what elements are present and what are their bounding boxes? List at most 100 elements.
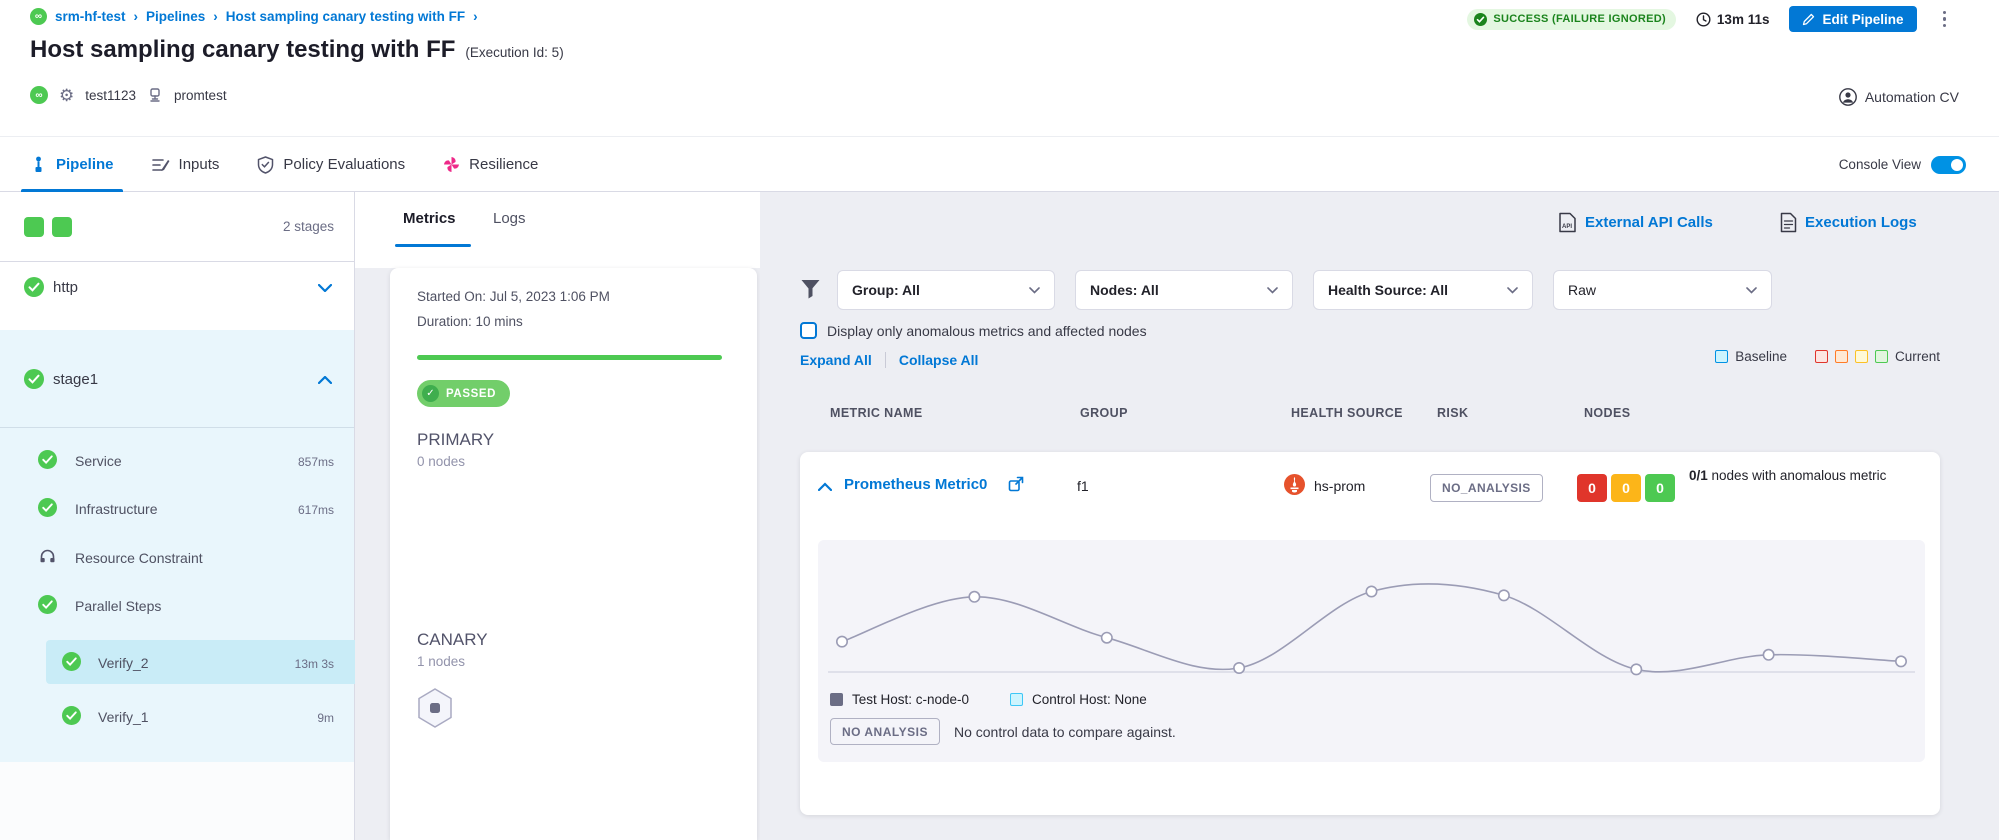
collapse-metric-chevron[interactable] (818, 482, 832, 491)
expand-all-link[interactable]: Expand All (800, 352, 872, 368)
stages-summary-row: 2 stages (0, 192, 354, 262)
svg-text:API: API (1562, 224, 1572, 230)
primary-label: PRIMARY (417, 430, 494, 450)
console-view-label: Console View (1839, 157, 1921, 172)
chevron-down-icon[interactable] (318, 284, 332, 292)
tab-policy-evaluations[interactable]: Policy Evaluations (257, 137, 405, 192)
external-api-calls-link[interactable]: API External API Calls (1558, 212, 1713, 233)
headphones-icon (38, 547, 57, 566)
edit-pipeline-button[interactable]: Edit Pipeline (1789, 6, 1916, 32)
nodes-filter-dropdown[interactable]: Nodes: All (1075, 270, 1293, 310)
pencil-icon (1802, 13, 1815, 26)
success-check-icon (24, 369, 44, 389)
elapsed-time: 13m 11s (1696, 12, 1770, 27)
more-options-menu[interactable] (1937, 7, 1953, 32)
success-check-icon (62, 706, 81, 725)
col-group: GROUP (1080, 406, 1128, 420)
no-analysis-reason: No control data to compare against. (954, 724, 1176, 740)
divider (885, 352, 886, 368)
console-view-toggle[interactable] (1931, 156, 1966, 174)
metric-timeseries-chart[interactable]: Test Host: c-node-0 Control Host: None N… (818, 540, 1925, 762)
gear-icon: ⚙ (59, 87, 74, 104)
sidebar-step-resource-constraint[interactable]: Resource Constraint (0, 541, 354, 575)
canary-node-count: 1 nodes (417, 654, 465, 669)
breadcrumb-project[interactable]: srm-hf-test (55, 9, 126, 24)
test-host-legend: Test Host: c-node-0 (830, 692, 969, 707)
tab-pipeline[interactable]: Pipeline (30, 137, 114, 192)
line-chart-canvas[interactable] (828, 540, 1915, 690)
tab-metrics[interactable]: Metrics (403, 210, 456, 227)
active-tab-underline (395, 244, 471, 247)
breadcrumb-separator: › (213, 9, 218, 24)
sidebar-step-verify-2[interactable]: Verify_2 13m 3s (0, 646, 354, 680)
document-icon (1780, 212, 1797, 233)
col-risk: RISK (1437, 406, 1468, 420)
current-red-swatch (1815, 350, 1828, 363)
harness-pipeline-execution-page: ∞ srm-hf-test › Pipelines › Host samplin… (0, 0, 1999, 840)
stage-status-square (24, 217, 44, 237)
chart-color-legend: Baseline Current (1715, 349, 1940, 364)
breadcrumb-pipeline-name[interactable]: Host sampling canary testing with FF (226, 9, 465, 24)
environment-name: promtest (174, 88, 227, 103)
sidebar-stage-http[interactable]: http (0, 262, 354, 330)
data-type-dropdown[interactable]: Raw (1553, 270, 1772, 310)
current-yellow-swatch (1855, 350, 1868, 363)
current-orange-swatch (1835, 350, 1848, 363)
breadcrumb-pipelines[interactable]: Pipelines (146, 9, 205, 24)
verification-duration: Duration: 10 mins (417, 314, 523, 329)
tab-resilience[interactable]: Resilience (443, 137, 538, 192)
passed-badge: ✓ PASSED (417, 380, 510, 407)
sidebar-step-verify-1[interactable]: Verify_1 9m (0, 700, 354, 734)
service-status-icon: ∞ (30, 86, 48, 104)
healthy-node-count-green: 0 (1645, 474, 1675, 502)
prometheus-icon (1284, 474, 1305, 495)
tab-logs[interactable]: Logs (493, 210, 526, 227)
col-health-source: HEALTH SOURCE (1291, 406, 1403, 420)
chevron-up-icon[interactable] (318, 376, 332, 384)
sidebar-step-infrastructure[interactable]: Infrastructure 617ms (0, 492, 354, 526)
execution-logs-link[interactable]: Execution Logs (1780, 212, 1917, 233)
anomalous-only-checkbox[interactable] (800, 322, 817, 339)
external-link-icon[interactable] (1008, 476, 1024, 492)
check-icon: ✓ (422, 385, 439, 402)
triggered-by-user: Automation CV (1839, 88, 1959, 106)
col-metric-name: METRIC NAME (830, 406, 923, 420)
tab-inputs[interactable]: Inputs (152, 137, 220, 192)
success-check-icon (24, 277, 44, 297)
health-source-value: hs-prom (1314, 478, 1365, 494)
harness-logo-icon: ∞ (30, 8, 47, 25)
pipeline-icon (30, 156, 47, 173)
check-circle-icon (1474, 13, 1487, 26)
canary-node-hexagon[interactable] (417, 688, 453, 728)
verification-summary-card: Started On: Jul 5, 2023 1:06 PM Duration… (390, 268, 757, 840)
control-host-legend: Control Host: None (1010, 692, 1147, 707)
environment-icon (147, 87, 163, 103)
test-host-swatch (830, 693, 843, 706)
page-header: ∞ srm-hf-test › Pipelines › Host samplin… (0, 0, 1999, 137)
chevron-down-icon (1029, 287, 1040, 294)
filter-icon[interactable] (800, 278, 821, 300)
chevron-down-icon (1267, 287, 1278, 294)
metric-name-link[interactable]: Prometheus Metric0 (844, 476, 987, 493)
metric-group-value: f1 (1077, 478, 1089, 494)
success-check-icon (38, 498, 57, 517)
resilience-icon (443, 156, 460, 173)
sidebar-step-parallel-steps[interactable]: Parallel Steps (0, 589, 354, 623)
sidebar-step-service[interactable]: Service 857ms (0, 444, 354, 478)
started-on: Started On: Jul 5, 2023 1:06 PM (417, 289, 610, 304)
anomalous-node-count-red: 0 (1577, 474, 1607, 502)
sidebar-stage-stage1[interactable]: stage1 (0, 354, 354, 422)
shield-check-icon (257, 156, 274, 174)
collapse-all-link[interactable]: Collapse All (899, 352, 979, 368)
status-badge: SUCCESS (FAILURE IGNORED) (1467, 9, 1676, 30)
page-title: Host sampling canary testing with FF (30, 36, 455, 64)
success-check-icon (38, 595, 57, 614)
group-filter-dropdown[interactable]: Group: All (837, 270, 1055, 310)
execution-id: (Execution Id: 5) (465, 45, 563, 60)
current-green-swatch (1875, 350, 1888, 363)
breadcrumb-separator: › (473, 9, 478, 24)
success-check-icon (62, 652, 81, 671)
canary-label: CANARY (417, 630, 488, 650)
success-check-icon (38, 450, 57, 469)
health-source-filter-dropdown[interactable]: Health Source: All (1313, 270, 1533, 310)
